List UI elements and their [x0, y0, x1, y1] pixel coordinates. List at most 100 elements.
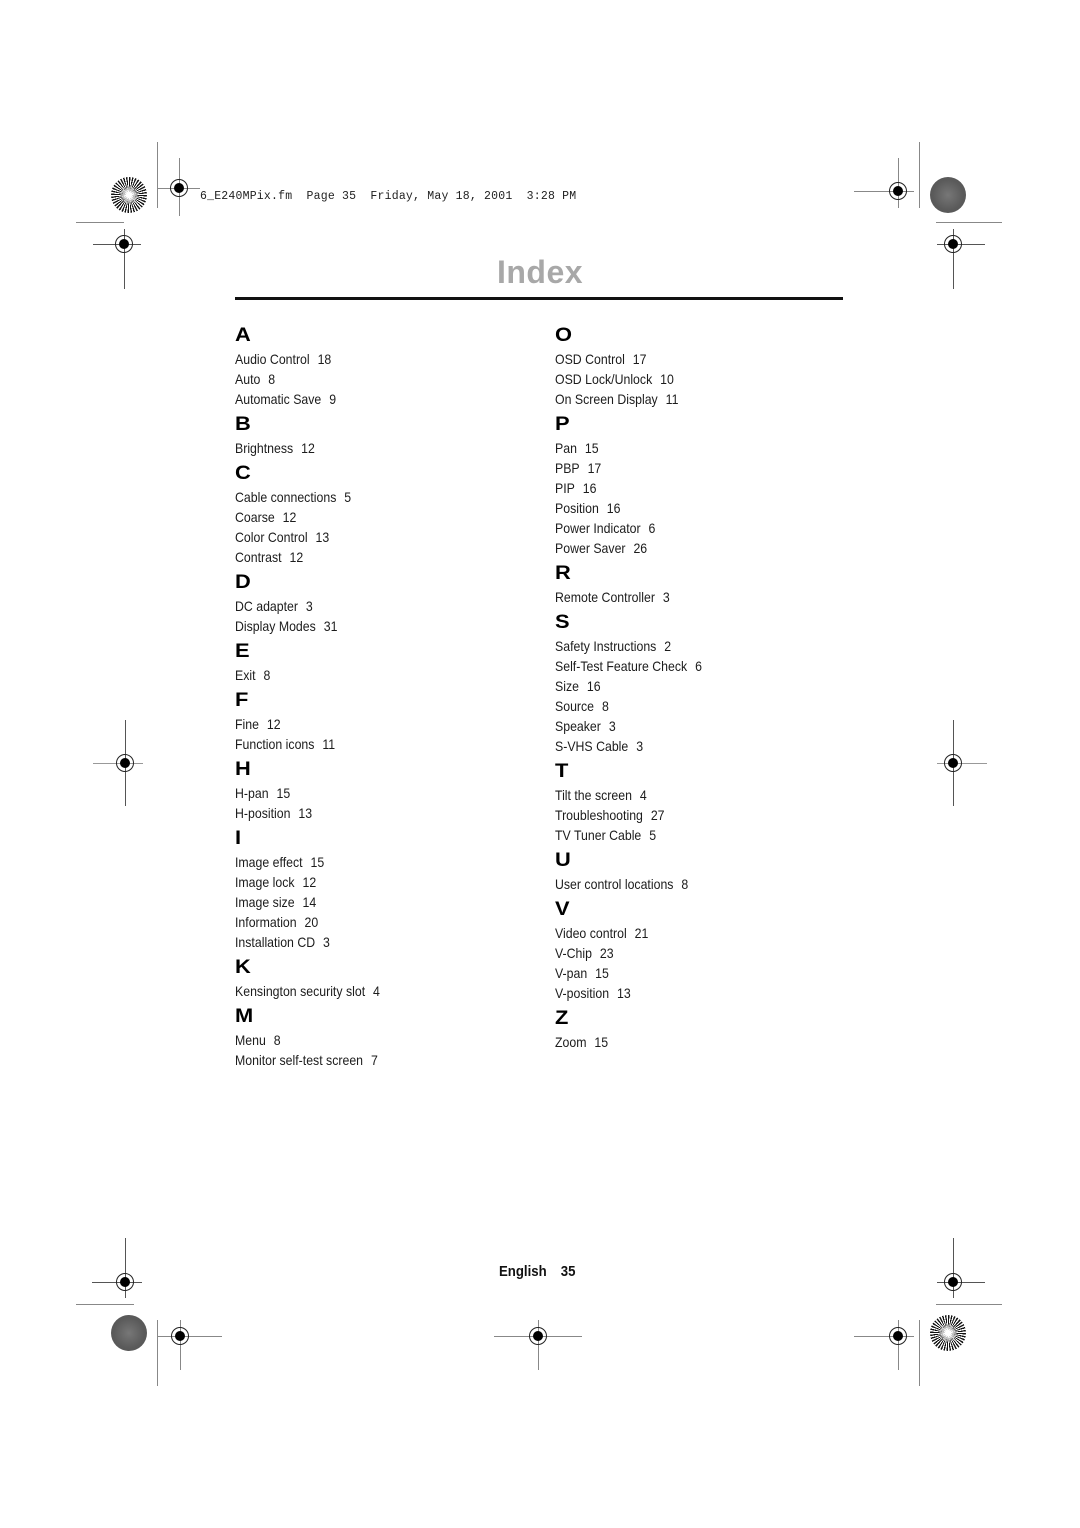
section-letter: K [235, 957, 251, 978]
section-letter: P [555, 414, 570, 435]
index-entry: Image lock 12 [235, 872, 499, 892]
entry-page-number: 16 [586, 678, 601, 694]
crop-mark-line [157, 142, 158, 208]
crop-mark-line [158, 1336, 222, 1337]
entry-term: S-VHS Cable [555, 738, 629, 754]
entry-page-number: 16 [606, 500, 621, 516]
entry-page-number: 12 [282, 509, 297, 525]
entry-term: V-Chip [555, 945, 592, 961]
entry-page-number: 4 [373, 983, 380, 999]
index-entry: PBP 17 [555, 458, 819, 478]
entry-term: Image effect [235, 854, 303, 870]
index-section: P Pan 15 PBP 17 PIP 16 Position 16 Power Indicato… [555, 412, 855, 558]
index-section: U User control locations 8 [555, 848, 855, 894]
index-entry: Safety Instructions 2 [555, 636, 819, 656]
crop-mark-line [936, 222, 1002, 223]
entry-term: On Screen Display [555, 391, 658, 407]
crosshair-registration-icon [116, 1273, 134, 1291]
entry-term: PBP [555, 460, 580, 476]
index-entry: Menu 8 [235, 1030, 499, 1050]
entry-term: V-pan [555, 965, 588, 981]
index-section: R Remote Controller 3 [555, 561, 855, 607]
entry-page-number: 12 [302, 874, 317, 890]
index-entry: Tilt the screen 4 [555, 785, 819, 805]
entry-page-number: 3 [323, 934, 330, 950]
index-entry: Speaker 3 [555, 716, 819, 736]
crop-mark-line [919, 1320, 920, 1386]
entry-term: PIP [555, 480, 575, 496]
index-entry: Size 16 [555, 676, 819, 696]
entry-term: Automatic Save [235, 391, 322, 407]
index-entry: Information 20 [235, 912, 499, 932]
gray-density-disc-icon [930, 177, 966, 213]
page-title: Index [496, 254, 584, 290]
crop-mark-line [157, 1320, 158, 1386]
index-entry: Pan 15 [555, 438, 819, 458]
crop-mark-line [76, 1304, 134, 1305]
index-section: S Safety Instructions 2 Self-Test Feature C… [555, 610, 855, 756]
index-column-right: O OSD Control 17 OSD Lock/Unlock 10 On Screen… [555, 320, 855, 1052]
crosshair-registration-icon [944, 1273, 962, 1291]
index-section: E Exit 8 [235, 639, 535, 685]
entry-page-number: 4 [639, 787, 647, 803]
entry-term: Image lock [235, 874, 295, 890]
entry-term: Exit [235, 667, 256, 683]
entry-page-number: 15 [584, 440, 599, 456]
index-entry: OSD Lock/Unlock 10 [555, 369, 819, 389]
index-section: B Brightness 12 [235, 412, 535, 458]
entry-term: Fine [235, 716, 259, 732]
index-entry: Power Saver 26 [555, 538, 819, 558]
crosshair-registration-icon [115, 235, 133, 253]
index-entry: Image size 14 [235, 892, 499, 912]
index-entry: Position 16 [555, 498, 819, 518]
index-entry: Exit 8 [235, 665, 499, 685]
index-entry: Fine 12 [235, 714, 499, 734]
index-entry: PIP 16 [555, 478, 819, 498]
index-section: O OSD Control 17 OSD Lock/Unlock 10 On Screen… [555, 323, 855, 409]
index-entry: Image effect 15 [235, 852, 499, 872]
index-section: C Cable connections 5 Coarse 12 Color Control… [235, 461, 535, 567]
index-entry: V-position 13 [555, 983, 819, 1003]
entry-page-number: 10 [660, 371, 674, 387]
entry-term: Self-Test Feature Check [555, 658, 688, 674]
index-entry: Monitor self-test screen 7 [235, 1050, 499, 1070]
index-entry: Coarse 12 [235, 507, 499, 527]
entry-page-number: 11 [665, 391, 679, 407]
entry-page-number: 3 [636, 738, 644, 754]
entry-page-number: 23 [599, 945, 614, 961]
entry-term: Source [555, 698, 595, 714]
footer-language: English [499, 1263, 547, 1280]
title-rule [235, 297, 843, 300]
entry-page-number: 13 [315, 529, 330, 545]
entry-page-number: 13 [617, 985, 631, 1001]
entry-term: User control locations [555, 876, 674, 892]
starburst-target-icon [930, 1315, 966, 1351]
entry-term: Display Modes [235, 618, 316, 634]
entry-page-number: 8 [273, 1032, 281, 1048]
index-entry: Remote Controller 3 [555, 587, 819, 607]
section-letter: U [555, 850, 571, 871]
index-entry: S-VHS Cable 3 [555, 736, 819, 756]
gray-density-disc-icon [111, 1315, 147, 1351]
entry-page-number: 12 [289, 549, 304, 565]
entry-page-number: 15 [595, 965, 609, 981]
entry-page-number: 21 [634, 925, 649, 941]
entry-term: TV Tuner Cable [555, 827, 642, 843]
index-entry: V-pan 15 [555, 963, 819, 983]
entry-term: Contrast [235, 549, 282, 565]
index-entry: User control locations 8 [555, 874, 819, 894]
index-entry: Brightness 12 [235, 438, 499, 458]
entry-term: Color Control [235, 529, 308, 545]
entry-term: Power Saver [555, 540, 626, 556]
entry-page-number: 8 [268, 371, 276, 387]
entry-page-number: 17 [632, 351, 647, 367]
index-entry: Video control 21 [555, 923, 819, 943]
file-slug-line: 6_E240MPix.fm Page 35 Friday, May 18, 20… [200, 190, 577, 203]
index-entry: Display Modes 31 [235, 616, 499, 636]
entry-term: V-position [555, 985, 610, 1001]
entry-page-number: 5 [344, 489, 352, 505]
index-entry: V-Chip 23 [555, 943, 819, 963]
entry-page-number: 31 [323, 618, 338, 634]
entry-page-number: 2 [664, 638, 672, 654]
entry-page-number: 8 [601, 698, 609, 714]
